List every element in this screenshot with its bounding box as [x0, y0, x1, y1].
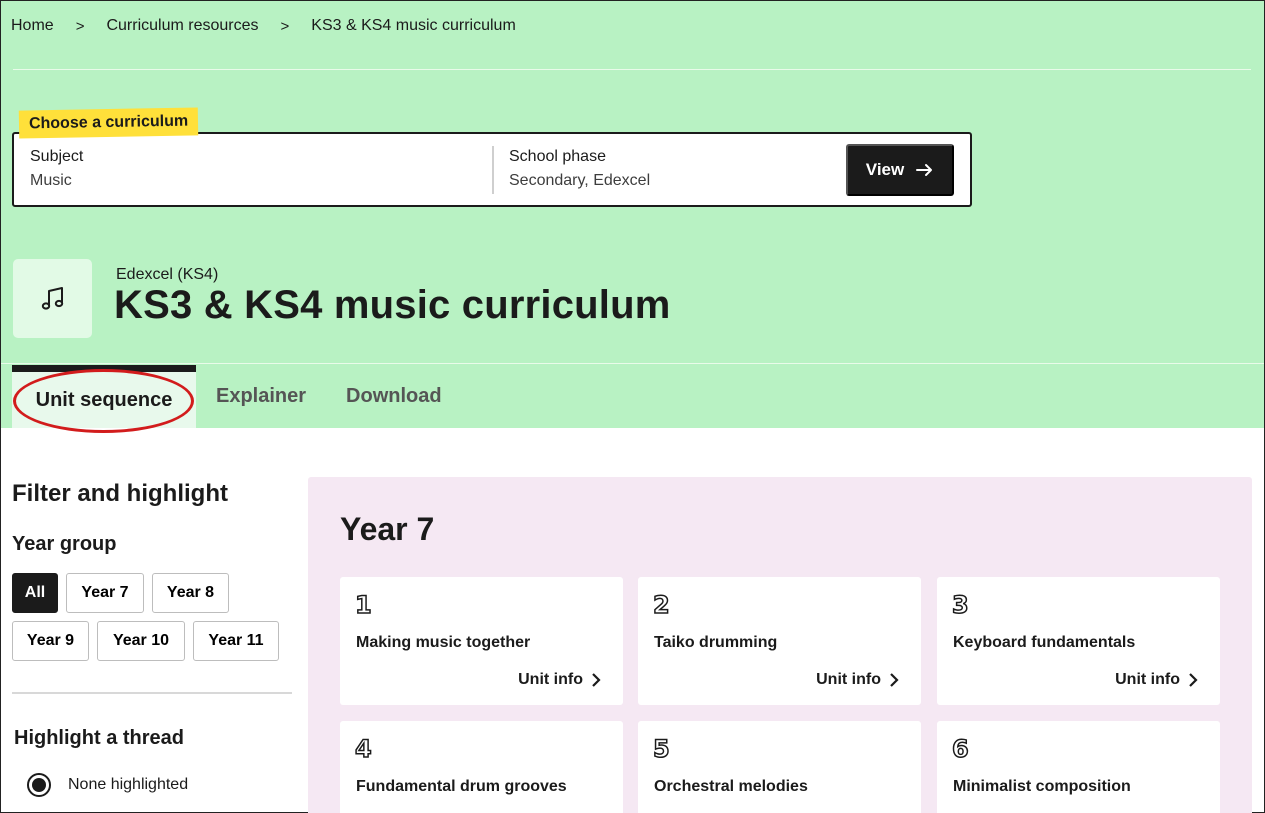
exam-board-label: Edexcel (KS4) — [116, 266, 219, 283]
breadcrumb-current: KS3 & KS4 music curriculum — [311, 17, 516, 34]
choose-curriculum-tag: Choose a curriculum — [18, 107, 199, 139]
unit-number: 4 — [354, 734, 372, 764]
unit-info-label: Unit info — [1115, 671, 1180, 688]
radio-button[interactable] — [27, 773, 51, 797]
unit-info-link[interactable]: Unit info — [518, 671, 601, 689]
breadcrumb: Home > Curriculum resources > KS3 & KS4 … — [11, 17, 516, 35]
year-filter-year-8[interactable]: Year 8 — [152, 573, 229, 613]
unit-card[interactable]: 5 Orchestral melodies — [638, 721, 921, 813]
subject-value: Music — [30, 172, 72, 189]
unit-title: Minimalist composition — [953, 778, 1131, 795]
music-note-icon — [41, 286, 63, 310]
year-filter-year-10[interactable]: Year 10 — [97, 621, 185, 661]
school-phase-value: Secondary, Edexcel — [509, 172, 651, 189]
unit-card[interactable]: 6 Minimalist composition — [937, 721, 1220, 813]
breadcrumb-separator: > — [280, 17, 290, 35]
unit-number: 2 — [652, 590, 670, 620]
unit-title: Taiko drumming — [654, 634, 778, 651]
unit-card[interactable]: 3 Keyboard fundamentals Unit info — [937, 577, 1220, 705]
year-filter-year-7[interactable]: Year 7 — [66, 573, 144, 613]
unit-title: Making music together — [356, 634, 531, 651]
unit-number: 5 — [652, 734, 670, 764]
unit-info-label: Unit info — [518, 671, 583, 688]
tab-bar: Unit sequence Explainer Download — [12, 365, 462, 428]
divider — [1, 363, 1264, 364]
unit-number: 3 — [951, 590, 969, 620]
year-panel: Year 7 1 Making music together Unit info… — [308, 477, 1252, 813]
thread-option-none[interactable]: None highlighted — [27, 773, 188, 797]
arrow-right-icon — [916, 164, 933, 176]
subject-label: Subject — [30, 148, 84, 165]
curriculum-header: Home > Curriculum resources > KS3 & KS4 … — [1, 1, 1264, 428]
music-subject-icon — [13, 259, 92, 338]
year-filter-year-9[interactable]: Year 9 — [12, 621, 89, 661]
tab-explainer[interactable]: Explainer — [196, 365, 326, 428]
breadcrumb-curriculum-resources[interactable]: Curriculum resources — [106, 17, 258, 35]
highlight-thread-title: Highlight a thread — [14, 727, 184, 749]
unit-info-link[interactable]: Unit info — [816, 671, 899, 689]
chevron-right-icon — [890, 673, 899, 687]
page-title: KS3 & KS4 music curriculum — [114, 283, 671, 327]
breadcrumb-separator: > — [75, 17, 85, 35]
school-phase-label: School phase — [509, 148, 606, 165]
chevron-right-icon — [592, 673, 601, 687]
school-phase-field[interactable]: School phase Secondary, Edexcel — [509, 148, 650, 190]
unit-info-link[interactable]: Unit info — [1115, 671, 1198, 689]
year-filter-all[interactable]: All — [12, 573, 58, 613]
unit-card[interactable]: 4 Fundamental drum grooves — [340, 721, 623, 813]
tab-unit-sequence[interactable]: Unit sequence — [12, 365, 196, 428]
tab-download[interactable]: Download — [326, 365, 462, 428]
year-filter-year-11[interactable]: Year 11 — [193, 621, 279, 661]
unit-title: Keyboard fundamentals — [953, 634, 1136, 651]
unit-card[interactable]: 1 Making music together Unit info — [340, 577, 623, 705]
unit-title: Fundamental drum grooves — [356, 778, 567, 795]
unit-card[interactable]: 2 Taiko drumming Unit info — [638, 577, 921, 705]
radio-selected-dot — [32, 778, 46, 792]
curriculum-picker: Subject Music School phase Secondary, Ed… — [12, 132, 972, 207]
unit-number: 1 — [354, 590, 372, 620]
thread-option-label: None highlighted — [68, 776, 189, 793]
view-button-label: View — [865, 160, 905, 179]
field-divider — [492, 146, 494, 194]
view-button[interactable]: View — [846, 144, 954, 196]
breadcrumb-home[interactable]: Home — [11, 17, 54, 35]
year-group-title: Year group — [12, 533, 117, 555]
unit-number: 6 — [951, 734, 969, 764]
divider — [12, 692, 292, 694]
year-title: Year 7 — [340, 511, 435, 547]
chevron-right-icon — [1189, 673, 1198, 687]
filters-title: Filter and highlight — [12, 480, 228, 507]
subject-field[interactable]: Subject Music — [30, 148, 83, 190]
divider — [13, 69, 1251, 70]
unit-title: Orchestral melodies — [654, 778, 808, 795]
unit-info-label: Unit info — [816, 671, 881, 688]
